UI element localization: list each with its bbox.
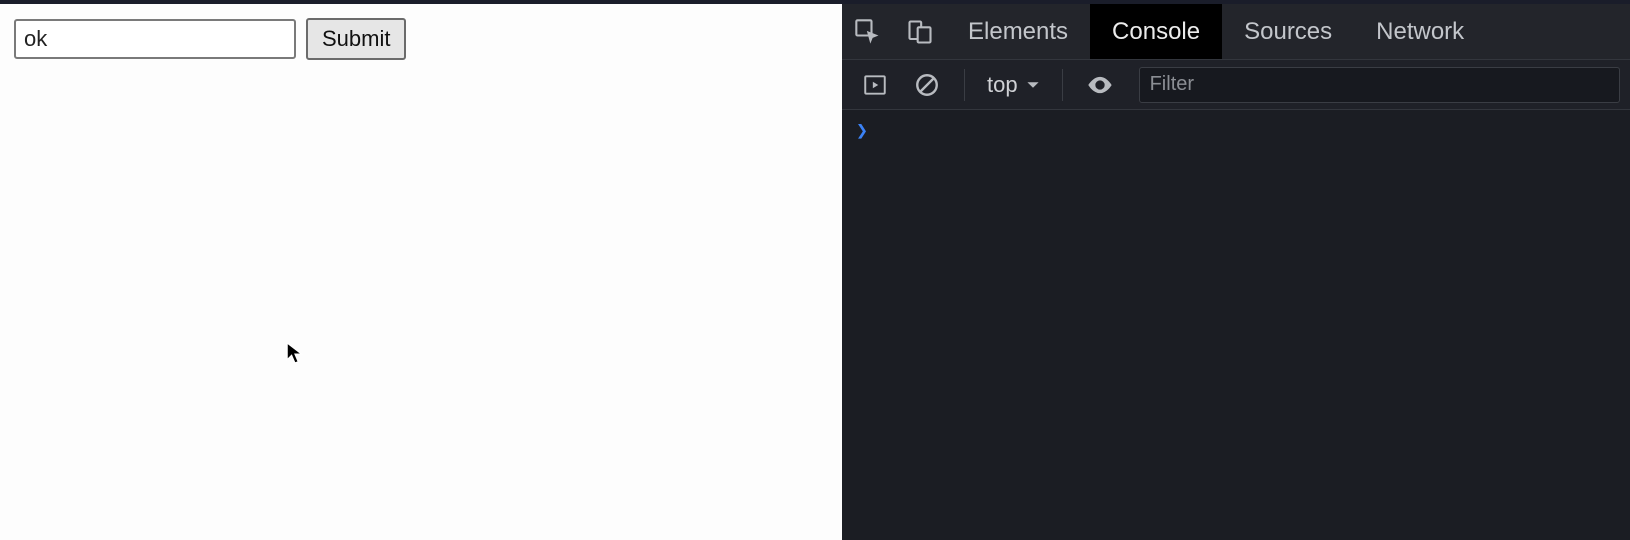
tab-sources[interactable]: Sources — [1222, 4, 1354, 59]
devtools-tabbar: Elements Console Sources Network — [842, 4, 1630, 60]
filter-input[interactable] — [1139, 67, 1620, 103]
submit-button[interactable]: Submit — [306, 18, 406, 60]
inspect-element-icon[interactable] — [842, 4, 894, 59]
filter-container — [1139, 67, 1620, 103]
tab-network[interactable]: Network — [1354, 4, 1486, 59]
execute-icon[interactable] — [852, 60, 898, 109]
context-selector[interactable]: top — [979, 72, 1048, 98]
text-input[interactable] — [14, 19, 296, 59]
clear-console-icon[interactable] — [904, 60, 950, 109]
toolbar-separator — [964, 69, 965, 101]
device-toggle-icon[interactable] — [894, 4, 946, 59]
tab-console[interactable]: Console — [1090, 4, 1222, 59]
console-toolbar: top — [842, 60, 1630, 110]
page-viewport: Submit — [0, 0, 842, 540]
live-expression-icon[interactable] — [1077, 60, 1123, 109]
chevron-down-icon — [1026, 78, 1040, 92]
form-row: Submit — [14, 18, 828, 60]
context-label: top — [987, 72, 1018, 98]
devtools-panel: Elements Console Sources Network top — [842, 0, 1630, 540]
console-body[interactable]: ❯ — [842, 110, 1630, 540]
tab-elements[interactable]: Elements — [946, 4, 1090, 59]
console-prompt-icon: ❯ — [856, 118, 868, 142]
cursor-icon — [285, 342, 307, 364]
toolbar-separator — [1062, 69, 1063, 101]
